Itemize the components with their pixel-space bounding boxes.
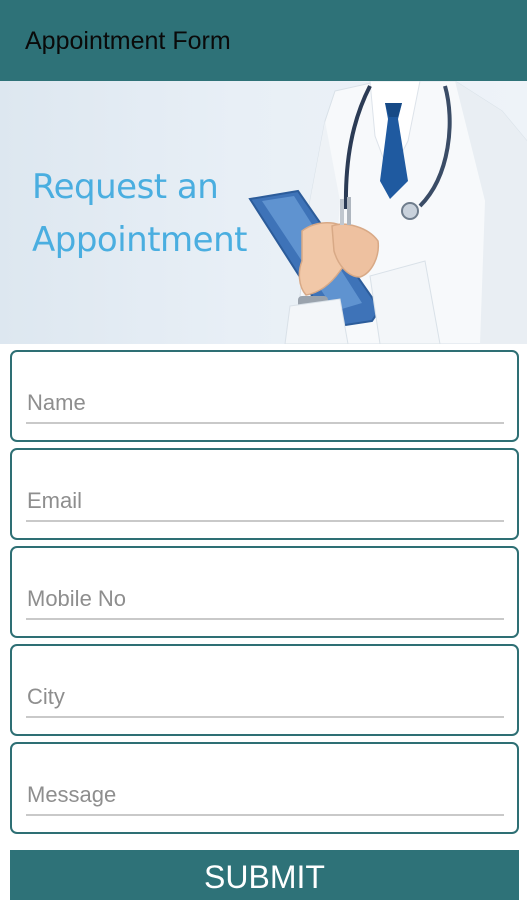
email-field [10, 448, 519, 540]
name-input[interactable] [26, 388, 504, 424]
message-field [10, 742, 519, 834]
message-input[interactable] [26, 780, 504, 816]
app-bar: Appointment Form [0, 0, 527, 81]
banner-heading-line1: Request an [32, 167, 219, 207]
email-input[interactable] [26, 486, 504, 522]
city-field [10, 644, 519, 736]
doctor-illustration [248, 81, 527, 344]
name-field [10, 350, 519, 442]
banner-heading-line2: Appointment [32, 220, 247, 260]
app-bar-title: Appointment Form [25, 27, 231, 55]
appointment-banner: Request an Appointment [0, 81, 527, 344]
banner-heading: Request an Appointment [32, 161, 247, 267]
mobile-input[interactable] [26, 584, 504, 620]
city-input[interactable] [26, 682, 504, 718]
mobile-field [10, 546, 519, 638]
submit-button[interactable]: SUBMIT [10, 850, 519, 900]
